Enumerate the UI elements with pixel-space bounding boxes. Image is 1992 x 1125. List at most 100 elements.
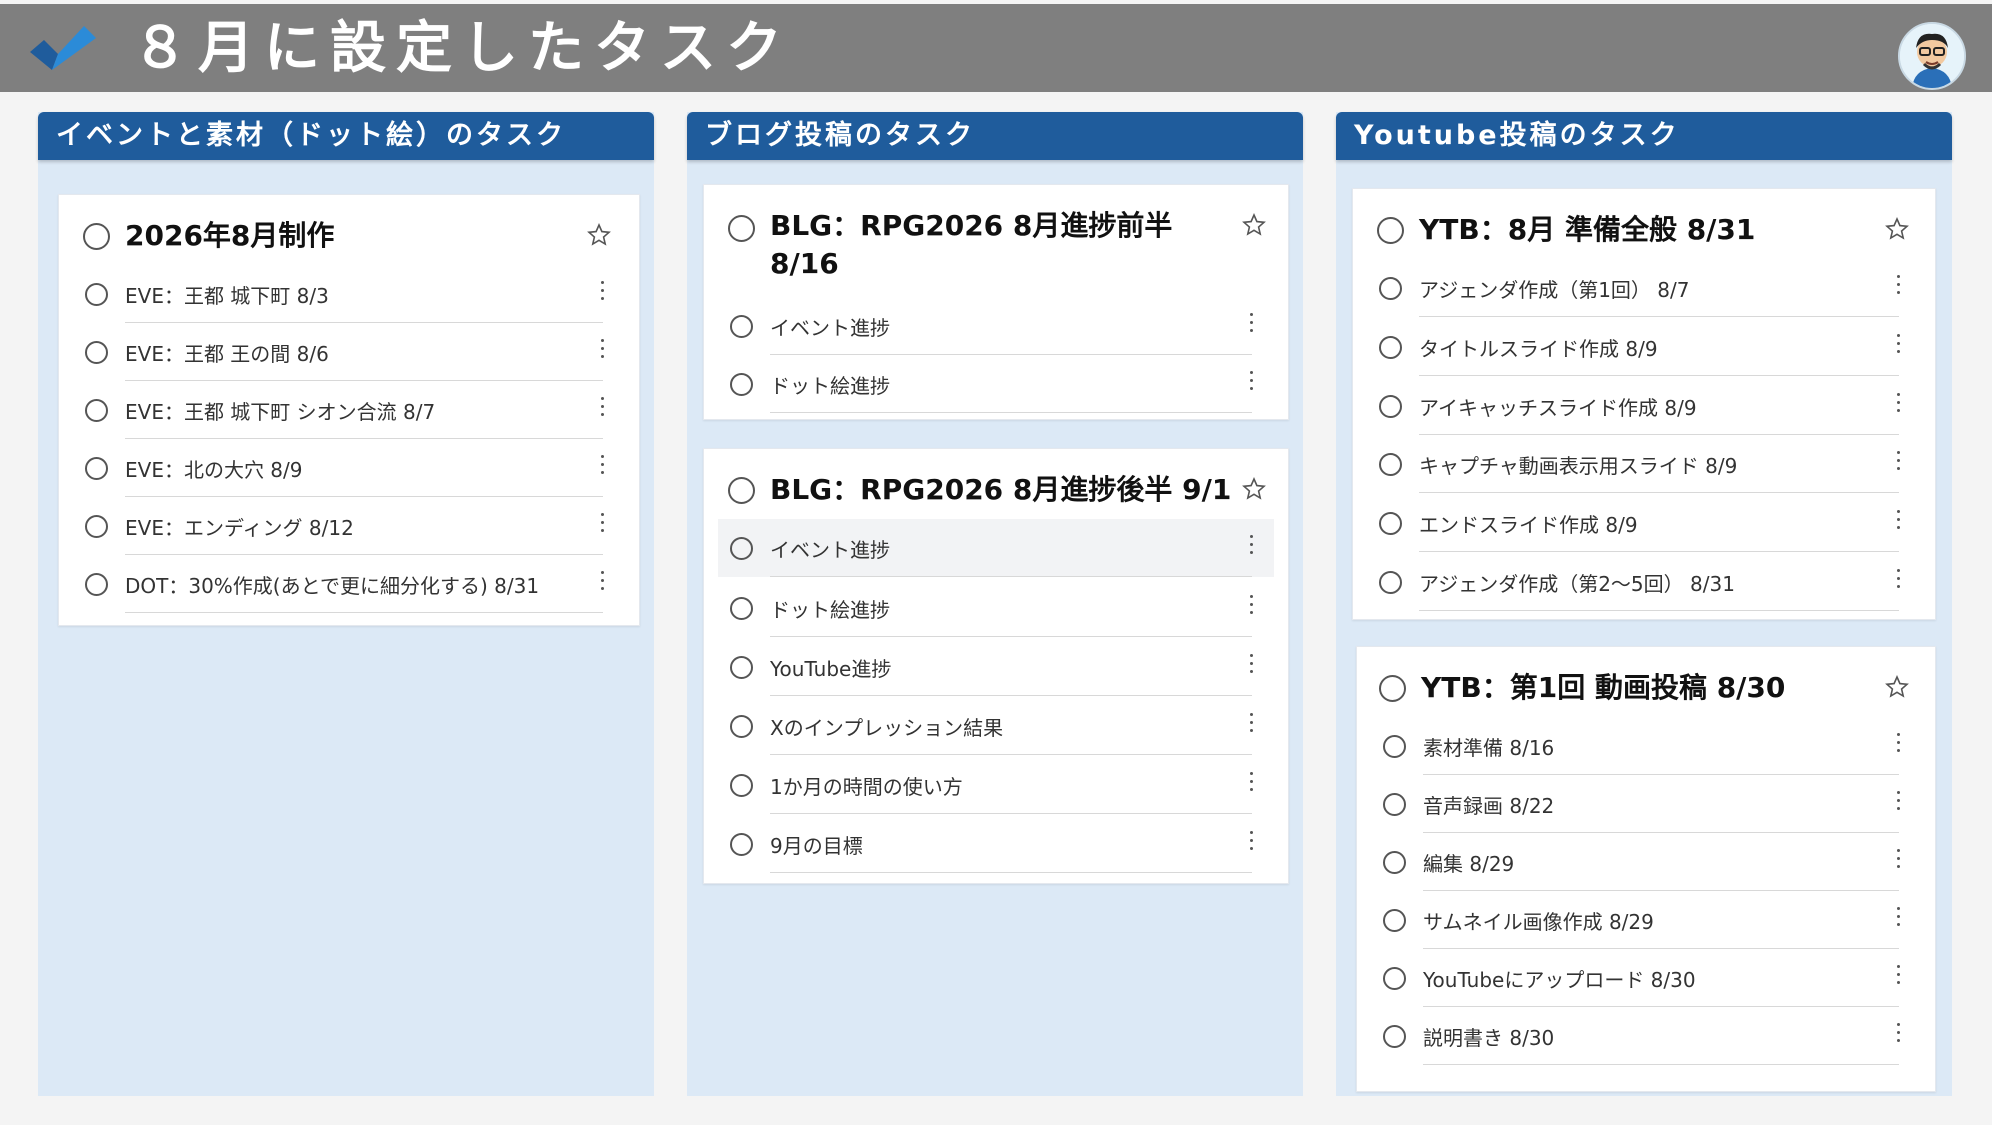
more-options-icon[interactable] xyxy=(1895,907,1901,931)
more-options-icon[interactable] xyxy=(1248,713,1254,737)
complete-circle-icon[interactable] xyxy=(730,715,753,738)
more-options-icon[interactable] xyxy=(1895,791,1901,815)
task-row[interactable]: アジェンダ作成（第1回） 8/7 xyxy=(1353,259,1935,317)
more-options-icon[interactable] xyxy=(1895,1023,1901,1047)
complete-circle-icon[interactable] xyxy=(85,283,108,306)
divider xyxy=(1419,610,1899,611)
complete-circle-icon[interactable] xyxy=(730,373,753,396)
task-card[interactable]: BLG：RPG2026 8月進捗前半 8/16 イベント進捗 ドット絵進捗 xyxy=(703,184,1289,420)
more-options-icon[interactable] xyxy=(1248,772,1254,796)
task-row[interactable]: 1か月の時間の使い方 xyxy=(704,756,1288,814)
column-header: Youtube投稿のタスク xyxy=(1336,112,1952,160)
complete-circle-icon[interactable] xyxy=(728,215,755,242)
complete-circle-icon[interactable] xyxy=(1383,735,1406,758)
task-row[interactable]: EVE：王都 王の間 8/6 xyxy=(59,323,639,381)
complete-circle-icon[interactable] xyxy=(1379,277,1402,300)
complete-circle-icon[interactable] xyxy=(1383,851,1406,874)
complete-circle-icon[interactable] xyxy=(1379,336,1402,359)
task-label: イベント進捗 xyxy=(770,316,890,340)
task-row[interactable]: イベント進捗 xyxy=(704,297,1288,355)
task-row[interactable]: 音声録画 8/22 xyxy=(1357,775,1935,833)
star-icon[interactable] xyxy=(1885,217,1909,241)
complete-circle-icon[interactable] xyxy=(85,399,108,422)
task-row[interactable]: ドット絵進捗 xyxy=(704,579,1288,637)
task-row[interactable]: EVE：北の大穴 8/9 xyxy=(59,439,639,497)
more-options-icon[interactable] xyxy=(1895,510,1901,534)
complete-circle-icon[interactable] xyxy=(1383,909,1406,932)
task-row[interactable]: エンドスライド作成 8/9 xyxy=(1353,494,1935,552)
divider xyxy=(1423,1064,1899,1065)
complete-circle-icon[interactable] xyxy=(730,537,753,560)
more-options-icon[interactable] xyxy=(1895,849,1901,873)
star-icon[interactable] xyxy=(1242,477,1266,501)
task-row[interactable]: サムネイル画像作成 8/29 xyxy=(1357,891,1935,949)
task-row[interactable]: EVE：王都 城下町 シオン合流 8/7 xyxy=(59,381,639,439)
task-row[interactable]: 素材準備 8/16 xyxy=(1357,717,1935,775)
more-options-icon[interactable] xyxy=(1248,595,1254,619)
app-header: ８月に設定したタスク xyxy=(0,4,1992,92)
task-row[interactable]: アイキャッチスライド作成 8/9 xyxy=(1353,377,1935,435)
more-options-icon[interactable] xyxy=(1895,334,1901,358)
complete-circle-icon[interactable] xyxy=(1379,571,1402,594)
complete-circle-icon[interactable] xyxy=(730,656,753,679)
more-options-icon[interactable] xyxy=(1248,831,1254,855)
more-options-icon[interactable] xyxy=(1248,654,1254,678)
avatar[interactable] xyxy=(1898,22,1966,90)
task-card[interactable]: 2026年8月制作 EVE：王都 城下町 8/3 EVE：王都 王の間 8/6 … xyxy=(58,194,640,626)
task-row[interactable]: EVE：エンディング 8/12 xyxy=(59,497,639,555)
task-row[interactable]: DOT：30%作成(あとで更に細分化する) 8/31 xyxy=(59,555,639,613)
complete-circle-icon[interactable] xyxy=(1379,395,1402,418)
task-row[interactable]: YouTube進捗 xyxy=(704,638,1288,696)
more-options-icon[interactable] xyxy=(1248,535,1254,559)
task-row[interactable]: Xのインプレッション結果 xyxy=(704,697,1288,755)
task-card[interactable]: YTB：8月 準備全般 8/31 アジェンダ作成（第1回） 8/7 タイトルスラ… xyxy=(1352,188,1936,620)
task-row[interactable]: 説明書き 8/30 xyxy=(1357,1007,1935,1065)
more-options-icon[interactable] xyxy=(1895,393,1901,417)
complete-circle-icon[interactable] xyxy=(85,515,108,538)
task-row[interactable]: ドット絵進捗 xyxy=(704,355,1288,413)
more-options-icon[interactable] xyxy=(599,281,605,305)
more-options-icon[interactable] xyxy=(1895,965,1901,989)
complete-circle-icon[interactable] xyxy=(1379,675,1406,702)
more-options-icon[interactable] xyxy=(599,397,605,421)
more-options-icon[interactable] xyxy=(599,339,605,363)
more-options-icon[interactable] xyxy=(1248,313,1254,337)
complete-circle-icon[interactable] xyxy=(85,573,108,596)
more-options-icon[interactable] xyxy=(599,455,605,479)
complete-circle-icon[interactable] xyxy=(1383,793,1406,816)
task-row[interactable]: キャプチャ動画表示用スライド 8/9 xyxy=(1353,435,1935,493)
complete-circle-icon[interactable] xyxy=(83,223,110,250)
complete-circle-icon[interactable] xyxy=(1379,512,1402,535)
more-options-icon[interactable] xyxy=(599,571,605,595)
card-title: BLG：RPG2026 8月進捗前半 8/16 xyxy=(770,207,1190,283)
more-options-icon[interactable] xyxy=(1895,569,1901,593)
more-options-icon[interactable] xyxy=(1248,371,1254,395)
complete-circle-icon[interactable] xyxy=(728,477,755,504)
star-icon[interactable] xyxy=(1885,675,1909,699)
complete-circle-icon[interactable] xyxy=(85,341,108,364)
more-options-icon[interactable] xyxy=(599,513,605,537)
complete-circle-icon[interactable] xyxy=(1377,217,1404,244)
complete-circle-icon[interactable] xyxy=(730,597,753,620)
task-row[interactable]: アジェンダ作成（第2～5回） 8/31 xyxy=(1353,553,1935,611)
complete-circle-icon[interactable] xyxy=(730,315,753,338)
task-card[interactable]: YTB：第1回 動画投稿 8/30 素材準備 8/16 音声録画 8/22 編集… xyxy=(1356,646,1936,1092)
task-row[interactable]: 編集 8/29 xyxy=(1357,833,1935,891)
star-icon[interactable] xyxy=(1242,213,1266,237)
complete-circle-icon[interactable] xyxy=(1383,967,1406,990)
task-row[interactable]: EVE：王都 城下町 8/3 xyxy=(59,265,639,323)
task-card[interactable]: BLG：RPG2026 8月進捗後半 9/1 イベント進捗 ドット絵進捗 You… xyxy=(703,448,1289,884)
complete-circle-icon[interactable] xyxy=(730,833,753,856)
star-icon[interactable] xyxy=(587,223,611,247)
task-row[interactable]: YouTubeにアップロード 8/30 xyxy=(1357,949,1935,1007)
more-options-icon[interactable] xyxy=(1895,733,1901,757)
complete-circle-icon[interactable] xyxy=(85,457,108,480)
task-row[interactable]: イベント進捗 xyxy=(718,519,1274,577)
complete-circle-icon[interactable] xyxy=(1379,453,1402,476)
more-options-icon[interactable] xyxy=(1895,451,1901,475)
task-row[interactable]: タイトルスライド作成 8/9 xyxy=(1353,318,1935,376)
task-row[interactable]: 9月の目標 xyxy=(704,815,1288,873)
more-options-icon[interactable] xyxy=(1895,275,1901,299)
complete-circle-icon[interactable] xyxy=(730,774,753,797)
complete-circle-icon[interactable] xyxy=(1383,1025,1406,1048)
